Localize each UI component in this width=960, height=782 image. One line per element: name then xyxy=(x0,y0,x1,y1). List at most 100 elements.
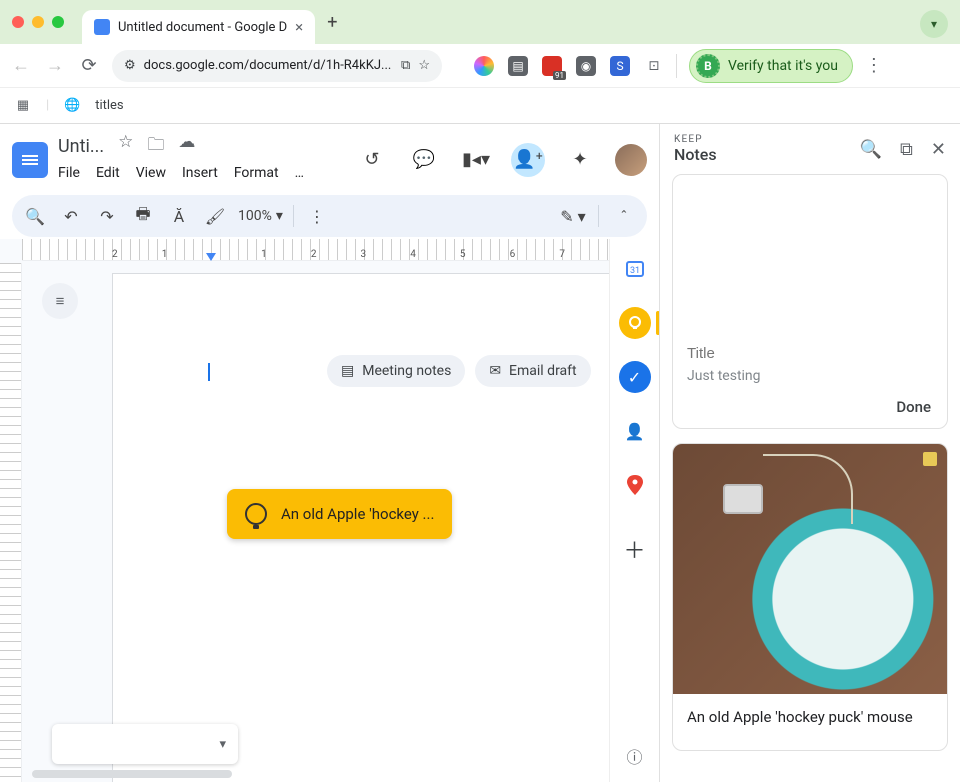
extension-s-icon[interactable]: S xyxy=(610,56,630,76)
google-docs-app: Unti... ☆ 🗀 ☁ File Edit View Insert Form… xyxy=(0,124,660,782)
menu-edit[interactable]: Edit xyxy=(96,165,120,181)
search-menus-icon[interactable]: 🔍 xyxy=(22,207,48,226)
reload-button[interactable]: ⟳ xyxy=(78,55,100,76)
ruler-tick: 2 xyxy=(112,249,162,260)
extensions-puzzle-icon[interactable]: ⚀ xyxy=(644,56,664,76)
explore-button[interactable]: ▾ xyxy=(52,724,238,764)
extension-icon[interactable] xyxy=(474,56,494,76)
spellcheck-icon[interactable]: Ă xyxy=(166,207,192,226)
pin-icon[interactable] xyxy=(923,452,937,466)
text-cursor xyxy=(208,363,210,381)
meeting-notes-chip[interactable]: ▤ Meeting notes xyxy=(327,355,465,387)
bookmark-star-icon[interactable]: ☆ xyxy=(418,58,430,73)
print-icon[interactable]: 🖶 xyxy=(130,203,156,230)
browser-menu-button[interactable]: ⋮ xyxy=(865,55,883,76)
maximize-window-icon[interactable] xyxy=(52,16,64,28)
toast-text: An old Apple 'hockey ... xyxy=(281,505,434,523)
docs-favicon-icon xyxy=(94,19,110,35)
lightbulb-icon xyxy=(245,503,267,525)
tasks-icon[interactable]: ✓ xyxy=(619,361,651,393)
site-settings-icon[interactable]: ⚙ xyxy=(124,58,136,73)
address-bar[interactable]: ⚙ docs.google.com/document/d/1h-R4kKJ...… xyxy=(112,50,442,82)
comments-icon[interactable]: 💬 xyxy=(407,143,441,177)
keep-title: Notes xyxy=(674,145,717,164)
horizontal-scrollbar[interactable] xyxy=(32,770,232,778)
verify-identity-chip[interactable]: B Verify that it's you xyxy=(689,49,853,83)
star-icon[interactable]: ☆ xyxy=(118,132,133,161)
note-editor-card[interactable]: Just testing Done xyxy=(672,174,948,429)
menu-view[interactable]: View xyxy=(136,165,166,181)
window-controls xyxy=(12,16,64,28)
open-in-new-icon[interactable]: ⧉ xyxy=(900,139,913,160)
chip-label: Meeting notes xyxy=(362,363,451,379)
tab-overflow-button[interactable]: ▾ xyxy=(920,10,948,38)
camera-icon[interactable]: ◉ xyxy=(576,56,596,76)
bookmarks-bar: ▦ | 🌐 titles xyxy=(0,88,960,124)
menu-file[interactable]: File xyxy=(58,165,80,181)
minimize-window-icon[interactable] xyxy=(32,16,44,28)
menu-more[interactable]: … xyxy=(295,165,304,181)
ruler-tick: 4 xyxy=(410,249,460,260)
keep-panel: KEEP Notes 🔍 ⧉ ✕ Just testing Done xyxy=(660,124,960,782)
close-window-icon[interactable] xyxy=(12,16,24,28)
undo-icon[interactable]: ↶ xyxy=(58,207,84,226)
docs-menubar: File Edit View Insert Format … xyxy=(58,163,304,187)
docs-logo-icon[interactable] xyxy=(12,142,48,178)
browser-tabstrip: Untitled document - Google D × + ▾ xyxy=(0,0,960,44)
editing-mode-icon[interactable]: ✎ ▾ xyxy=(560,207,586,226)
reader-icon[interactable]: ▤ xyxy=(508,56,528,76)
indent-marker-icon[interactable] xyxy=(206,253,216,261)
collapse-toolbar-icon[interactable]: ˆ xyxy=(611,207,637,226)
blocker-icon[interactable]: 91 xyxy=(542,56,562,76)
add-addon-button[interactable]: ＋ xyxy=(623,533,645,565)
apps-grid-icon[interactable]: ▦ xyxy=(14,97,32,115)
menu-format[interactable]: Format xyxy=(234,165,279,181)
forward-button[interactable]: → xyxy=(44,55,66,76)
move-folder-icon[interactable]: 🗀 xyxy=(147,132,164,161)
close-tab-icon[interactable]: × xyxy=(295,18,303,36)
ruler-tick: 5 xyxy=(460,249,510,260)
meet-icon[interactable]: ▮◂▾ xyxy=(459,143,493,177)
blocker-badge: 91 xyxy=(553,71,566,80)
info-icon[interactable]: ⓘ xyxy=(626,744,642,768)
new-tab-button[interactable]: + xyxy=(327,12,337,33)
maps-icon[interactable] xyxy=(619,469,651,501)
close-icon[interactable]: ✕ xyxy=(931,139,946,160)
account-avatar[interactable] xyxy=(615,144,647,176)
horizontal-ruler[interactable]: 2 1 1 2 3 4 5 6 7 xyxy=(22,239,609,261)
contacts-icon[interactable]: 👤 xyxy=(619,415,651,447)
share-button[interactable]: 👤⁺ xyxy=(511,143,545,177)
menu-insert[interactable]: Insert xyxy=(182,165,218,181)
ruler-tick: 3 xyxy=(361,249,411,260)
ruler-tick: 1 xyxy=(261,249,311,260)
keep-eyebrow: KEEP xyxy=(674,134,717,145)
browser-tab[interactable]: Untitled document - Google D × xyxy=(82,10,315,44)
keep-icon[interactable] xyxy=(619,307,651,339)
calendar-icon[interactable]: 31 xyxy=(619,253,651,285)
vertical-ruler[interactable] xyxy=(0,263,22,782)
chevron-down-icon: ▾ xyxy=(276,208,283,224)
bookmark-titles[interactable]: titles xyxy=(95,98,123,113)
done-button[interactable]: Done xyxy=(673,390,947,428)
history-icon[interactable]: ↺ xyxy=(355,143,389,177)
note-card[interactable]: An old Apple 'hockey puck' mouse xyxy=(672,443,948,751)
zoom-select[interactable]: 100% ▾ xyxy=(238,208,283,224)
open-external-icon[interactable]: ⧉ xyxy=(401,58,410,73)
email-draft-chip[interactable]: ✉ Email draft xyxy=(475,355,590,387)
browser-toolbar: ← → ⟳ ⚙ docs.google.com/document/d/1h-R4… xyxy=(0,44,960,88)
back-button[interactable]: ← xyxy=(10,55,32,76)
keep-note-toast[interactable]: An old Apple 'hockey ... xyxy=(227,489,452,539)
ruler-tick: 6 xyxy=(510,249,560,260)
toolbar-more-icon[interactable]: ⋮ xyxy=(304,207,330,226)
redo-icon[interactable]: ↷ xyxy=(94,207,120,226)
document-title[interactable]: Unti... xyxy=(58,136,104,157)
usb-plug-graphic xyxy=(723,484,763,514)
note-body-text[interactable]: Just testing xyxy=(687,368,933,384)
template-chips: ▤ Meeting notes ✉ Email draft xyxy=(327,355,591,387)
gemini-star-icon[interactable]: ✦ xyxy=(563,143,597,177)
note-title-input[interactable] xyxy=(687,345,933,362)
paint-format-icon[interactable]: 🖌 xyxy=(202,207,228,226)
extensions-area: ▤ 91 ◉ S ⚀ xyxy=(474,56,664,76)
chip-label: Email draft xyxy=(509,363,577,379)
search-icon[interactable]: 🔍 xyxy=(860,139,882,160)
